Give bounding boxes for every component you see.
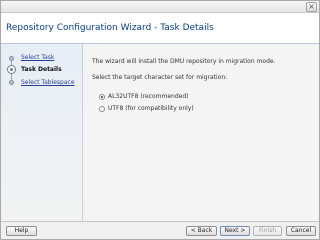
back-button[interactable]: < Back — [186, 226, 217, 236]
charset-radio-al32utf8[interactable] — [99, 94, 105, 100]
cancel-button[interactable]: Cancel — [286, 226, 316, 236]
step-select-task[interactable]: Select Task — [21, 54, 54, 61]
step-node-select-task — [9, 56, 14, 61]
step-node-task-details — [7, 65, 16, 74]
charset-label-utf8[interactable]: UTF8 (for compatibility only) — [108, 105, 194, 112]
wizard-steps-sidebar: Select Task Task Details Select Tablespa… — [1, 44, 83, 221]
charset-radio-utf8[interactable] — [99, 106, 105, 112]
intro-text: The wizard will install the DMU reposito… — [92, 58, 276, 65]
step-select-tablespace[interactable]: Select Tablespace — [21, 79, 75, 86]
charset-prompt: Select the target character set for migr… — [92, 74, 228, 81]
wizard-window: × Repository Configuration Wizard - Task… — [0, 0, 320, 240]
next-button[interactable]: Next > — [220, 226, 250, 236]
window-titlebar: × — [1, 1, 319, 13]
charset-label-al32utf8[interactable]: AL32UTF8 (recommended) — [108, 93, 188, 100]
step-task-details: Task Details — [21, 66, 62, 73]
close-icon[interactable]: × — [306, 2, 317, 12]
page-title: Repository Configuration Wizard - Task D… — [6, 23, 214, 33]
wizard-footer: Help < Back Next > Finish Cancel — [1, 221, 319, 239]
help-button[interactable]: Help — [6, 226, 37, 236]
task-details-panel: The wizard will install the DMU reposito… — [84, 44, 319, 221]
step-node-select-tablespace — [9, 80, 14, 85]
wizard-header: Repository Configuration Wizard - Task D… — [1, 13, 319, 44]
finish-button: Finish — [253, 226, 282, 236]
